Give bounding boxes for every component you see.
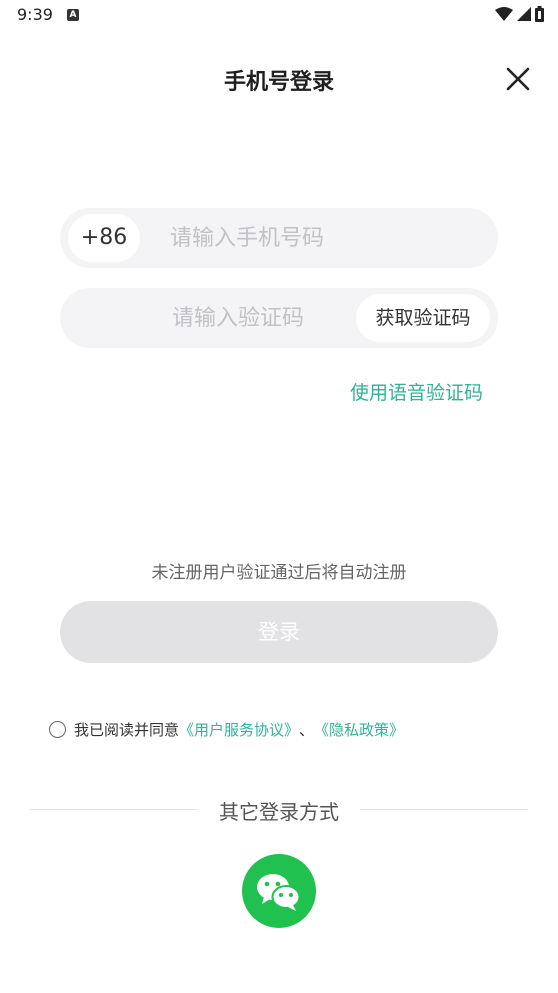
app-notification-icon: A — [67, 9, 79, 21]
other-login-label: 其它登录方式 — [219, 800, 339, 824]
auto-register-notice: 未注册用户验证通过后将自动注册 — [151, 563, 407, 583]
phone-number-input[interactable] — [170, 220, 480, 256]
code-input-group: 获取验证码 — [60, 288, 498, 348]
status-icons — [495, 6, 544, 22]
agreement-checkbox[interactable] — [49, 720, 66, 738]
page-title: 手机号登录 — [223, 70, 334, 95]
battery-icon — [535, 6, 544, 22]
phone-input-group: +86 — [60, 208, 498, 268]
get-code-button[interactable]: 获取验证码 — [356, 294, 490, 342]
status-bar: 9:39 A — [0, 0, 558, 32]
login-button[interactable]: 登录 — [60, 601, 498, 663]
signal-icon — [517, 7, 531, 21]
login-page: 9:39 A 手机号登录 +86 获取验证码 使用语 — [0, 0, 558, 993]
wechat-icon — [257, 874, 301, 911]
agreement-separator: 、 — [299, 720, 315, 739]
close-button[interactable] — [501, 62, 535, 96]
user-agreement-link[interactable]: 《用户服务协议》 — [179, 719, 299, 740]
verification-code-input[interactable] — [172, 300, 352, 336]
country-code-selector[interactable]: +86 — [68, 214, 140, 262]
status-time: 9:39 — [17, 5, 53, 24]
agreement-row: 我已阅读并同意 《用户服务协议》 、 《隐私政策》 — [49, 718, 404, 740]
wifi-icon — [495, 7, 513, 21]
voice-code-link[interactable]: 使用语音验证码 — [350, 378, 483, 405]
privacy-policy-link[interactable]: 《隐私政策》 — [314, 719, 404, 740]
divider-right — [360, 809, 528, 810]
wechat-login-button[interactable] — [242, 854, 316, 928]
close-icon — [506, 67, 530, 91]
agreement-prefix: 我已阅读并同意 — [74, 720, 180, 739]
